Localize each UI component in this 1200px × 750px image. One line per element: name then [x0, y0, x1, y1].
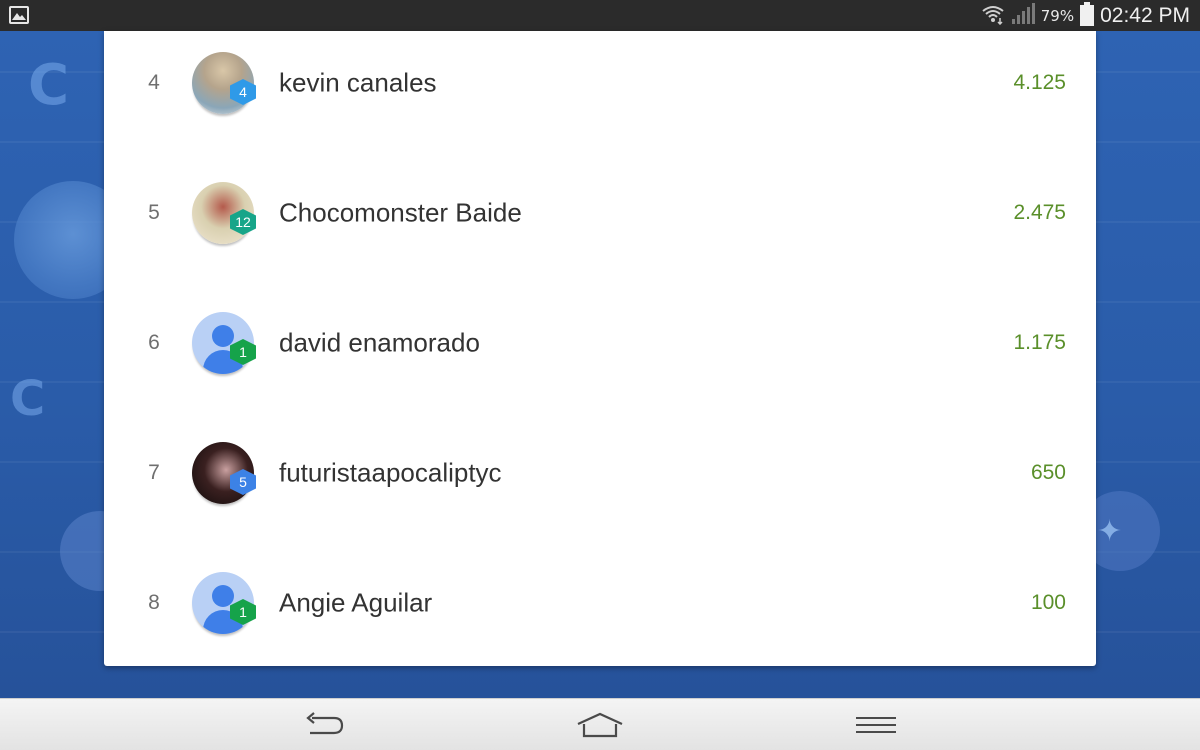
navigation-bar	[0, 698, 1200, 750]
leaderboard-row[interactable]: 4 4 kevin canales 4.125	[104, 18, 1096, 148]
leaderboard-row[interactable]: 8 1 Angie Aguilar 100	[104, 538, 1096, 668]
back-button[interactable]	[296, 707, 352, 743]
home-icon	[577, 712, 623, 738]
rank-number: 4	[148, 71, 160, 94]
person-icon	[212, 325, 234, 347]
player-score: 2.475	[1013, 201, 1066, 224]
player-name: futuristaapocaliptyc	[279, 457, 502, 488]
player-score: 650	[1030, 461, 1066, 484]
player-score: 1.175	[1013, 331, 1066, 354]
leaderboard-dialog[interactable]: 4 4 kevin canales 4.125 5 12 Chocomonste…	[104, 31, 1096, 666]
menu-icon	[856, 717, 896, 733]
rank-number: 7	[148, 461, 160, 484]
menu-button[interactable]	[848, 707, 904, 743]
leaderboard-row[interactable]: 6 1 david enamorado 1.175	[104, 278, 1096, 408]
player-name: Chocomonster Baide	[279, 197, 522, 228]
player-name: Angie Aguilar	[279, 587, 433, 618]
leaderboard-row[interactable]: 7 5 futuristaapocaliptyc 650	[104, 408, 1096, 538]
leaderboard-row[interactable]: 5 12 Chocomonster Baide 2.475	[104, 148, 1096, 278]
player-score: 4.125	[1013, 71, 1066, 94]
rank-number: 6	[148, 331, 160, 354]
bird-icon: ✦	[1097, 514, 1123, 549]
background-logo-icon: C	[28, 53, 70, 118]
player-name: david enamorado	[279, 327, 480, 358]
gallery-notification-icon	[9, 6, 29, 24]
clock: 02:42 PM	[1100, 3, 1190, 27]
background-logo-icon: C	[10, 371, 46, 427]
home-button[interactable]	[572, 707, 628, 743]
player-score: 100	[1030, 591, 1066, 614]
player-name: kevin canales	[279, 67, 437, 98]
rank-number: 5	[148, 201, 160, 224]
back-icon	[306, 712, 344, 735]
person-icon	[212, 585, 234, 607]
rank-number: 8	[148, 591, 160, 614]
